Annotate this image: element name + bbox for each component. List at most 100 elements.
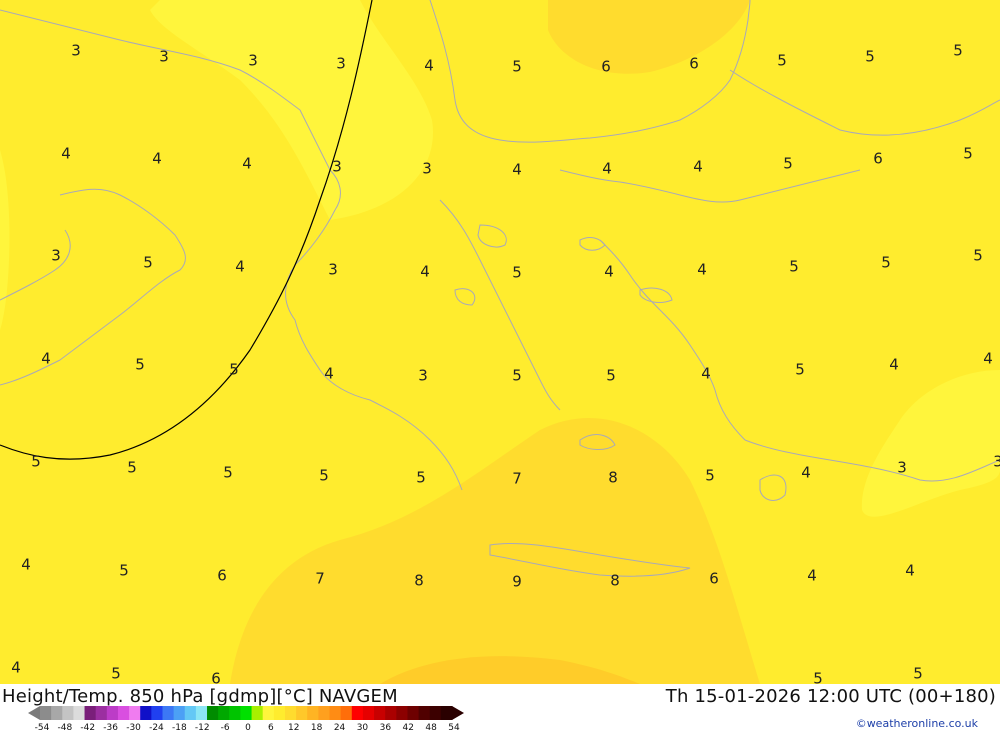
temperature-label: 5 (783, 154, 793, 173)
legend-tick-label: -36 (103, 723, 119, 733)
legend-swatch (117, 706, 130, 720)
legend-tick-label: 42 (402, 723, 414, 733)
temperature-label: 4 (602, 159, 612, 178)
temperature-label: 4 (604, 262, 614, 281)
legend-swatch (240, 706, 253, 720)
legend-swatch (396, 706, 408, 720)
legend-tick-label: -42 (80, 723, 96, 733)
temperature-label: 5 (111, 664, 121, 683)
legend-tick-label: -48 (57, 723, 73, 733)
legend-swatch (129, 706, 141, 720)
legend-swatch (362, 706, 375, 720)
legend-swatch (151, 706, 163, 720)
legend-swatch (418, 706, 431, 720)
temperature-label: 4 (693, 157, 703, 176)
temperature-label: 4 (889, 355, 899, 374)
legend-left-arrow (28, 706, 40, 720)
temperature-label: 8 (610, 571, 620, 590)
temperature-label: 5 (813, 669, 823, 684)
legend-tick-label: -24 (149, 723, 164, 733)
temperature-label: 5 (963, 144, 973, 163)
cool-area-east (861, 370, 1000, 517)
legend-tick-label: 18 (310, 723, 323, 733)
temperature-label: 6 (709, 569, 719, 588)
temperature-label: 5 (135, 355, 145, 374)
temperature-label: 6 (217, 566, 227, 585)
temperature-label: 6 (211, 669, 221, 684)
temperature-label: 5 (416, 468, 426, 487)
temperature-label: 3 (51, 246, 61, 265)
temperature-label: 9 (512, 572, 522, 591)
temperature-label: 3 (159, 47, 169, 66)
map-title: Height/Temp. 850 hPa [gdmp][°C] NAVGEM (2, 686, 398, 707)
temperature-label: 8 (414, 571, 424, 590)
legend-tick-labels: -54 -48 -42 -36 -30 -24 -18 -12 -6 0 6 12 18 24 30 36 42… (28, 723, 468, 733)
legend-swatch (284, 706, 297, 720)
temperature-label: 5 (865, 47, 875, 66)
legend-tick-label: 12 (288, 723, 300, 733)
legend-swatch (40, 706, 52, 720)
temperature-label: 4 (61, 144, 71, 163)
legend-swatch (296, 706, 308, 720)
legend-swatch (262, 706, 275, 720)
temperature-label: 5 (229, 360, 239, 379)
temperature-label: 7 (315, 569, 325, 588)
legend-swatch (62, 706, 74, 720)
legend-swatch (95, 706, 108, 720)
temperature-label: 4 (420, 262, 430, 281)
legend-tick-label: -54 (34, 723, 50, 733)
temperature-label: 3 (328, 260, 338, 279)
valid-time: Th 15-01-2026 12:00 UTC (00+180) (665, 686, 996, 707)
legend-swatch (207, 706, 219, 720)
legend-tick-label: 54 (448, 723, 460, 733)
legend-swatch (51, 706, 63, 720)
legend-tick-label: 30 (356, 723, 369, 733)
temperature-label: 4 (905, 561, 915, 580)
temperature-label: 3 (418, 366, 428, 385)
legend-swatch (218, 706, 230, 720)
legend-swatch (318, 706, 331, 720)
legend-swatch (329, 706, 342, 720)
temperature-label: 5 (119, 561, 129, 580)
legend-swatch (140, 706, 152, 720)
temperature-label: 4 (235, 257, 245, 276)
temperature-label: 4 (512, 160, 522, 179)
site-credit[interactable]: ©weatheronline.co.uk (856, 717, 978, 730)
cool-area-adriatic (150, 0, 434, 220)
temperature-label: 5 (127, 458, 137, 477)
temperature-label: 4 (807, 566, 817, 585)
temperature-label: 3 (332, 157, 342, 176)
legend-right-arrow (452, 706, 464, 720)
temperature-label: 4 (697, 260, 707, 279)
temperature-label: 5 (795, 360, 805, 379)
temperature-label: 5 (223, 463, 233, 482)
weather-map: 3 3 3 3 4 5 6 6 5 5 5 4 4 4 3 3 4 4 4 5 6 5 3 5 4 3 4 5 4 4 5 5 5 4 5 5 4 3 5 5… (0, 0, 1000, 684)
legend-tick-label: -30 (126, 723, 141, 733)
temperature-label: 5 (606, 366, 616, 385)
temperature-label: 5 (512, 263, 522, 282)
legend-swatch (407, 706, 420, 720)
legend-swatch (173, 706, 186, 720)
temperature-label: 5 (143, 253, 153, 272)
temperature-label: 7 (512, 469, 522, 488)
legend-swatch (84, 706, 97, 720)
warm-area-north (548, 0, 750, 74)
temperature-label: 5 (913, 664, 923, 683)
temperature-label: 6 (689, 54, 699, 73)
temperature-label: 4 (983, 349, 993, 368)
map-layers (0, 0, 1000, 684)
legend-swatch (73, 706, 86, 720)
temperature-label: 4 (152, 149, 162, 168)
legend-tick-label: -6 (220, 723, 230, 733)
legend-swatch (229, 706, 241, 720)
temperature-label: 4 (242, 154, 252, 173)
legend-swatch (340, 706, 353, 720)
temperature-label: 3 (71, 41, 81, 60)
temperature-label: 3 (422, 159, 432, 178)
legend-tick-label: 6 (268, 723, 274, 733)
legend-tick-label: -18 (171, 723, 187, 733)
temperature-label: 4 (41, 349, 51, 368)
legend-swatch (351, 706, 364, 720)
legend-tick-label: 24 (333, 723, 346, 733)
temperature-label: 3 (897, 458, 907, 477)
